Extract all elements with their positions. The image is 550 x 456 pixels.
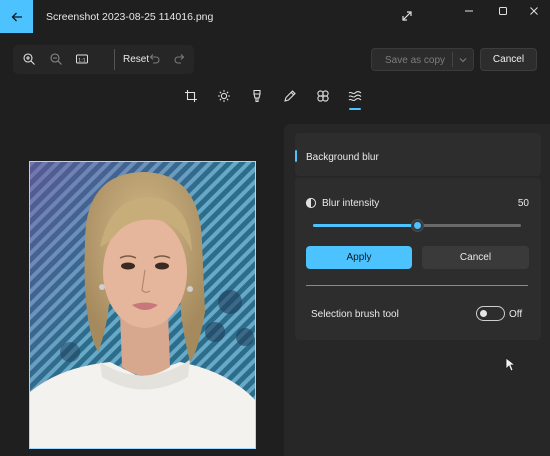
blur-intensity-icon [305,197,317,209]
section-accent-bar [295,150,297,162]
actual-size-icon: 1:1 [76,54,88,64]
zoom-out-button[interactable] [49,52,63,66]
zoom-in-icon [23,53,35,65]
crop-tool-button[interactable] [184,89,198,103]
selection-brush-state: Off [509,309,523,320]
actual-size-button[interactable]: 1:1 [75,52,89,66]
close-icon [530,7,538,15]
photo-portrait [30,162,255,448]
cancel-button[interactable]: Cancel [422,246,529,269]
adjustment-tool-button[interactable] [217,89,231,103]
cancel-top-button[interactable]: Cancel [480,48,537,71]
blur-intensity-label: Blur intensity [322,198,380,209]
background-tool-button[interactable] [348,89,362,103]
expand-icon[interactable] [400,9,414,23]
toolbar-divider [114,49,115,70]
zoom-toolbar: 1:1 Reset [13,45,194,74]
save-as-copy-label: Save as copy [385,55,446,66]
image-canvas[interactable] [29,161,256,449]
background-icon [348,90,362,102]
save-as-copy-button[interactable]: Save as copy [371,48,474,71]
undo-button[interactable] [147,52,161,66]
maximize-icon [499,7,507,15]
apply-button[interactable]: Apply [306,246,412,269]
close-button[interactable] [518,0,550,22]
section-title: Background blur [306,152,379,163]
filter-icon [253,89,261,103]
pen-icon [284,90,296,102]
arrow-left-icon [11,12,22,21]
window-title: Screenshot 2023-08-25 114016.png [46,11,214,23]
filter-tool-button[interactable] [250,89,264,103]
selection-brush-label: Selection brush tool [311,309,399,320]
save-split-divider [452,52,453,67]
zoom-out-icon [50,53,62,65]
undo-icon [149,54,160,64]
blur-intensity-value: 50 [517,198,529,209]
brightness-icon [218,90,230,102]
slider-fill [313,224,417,227]
redo-button[interactable] [173,52,187,66]
back-button[interactable] [0,0,33,33]
toggle-knob [480,310,487,317]
selection-brush-toggle[interactable] [476,306,505,321]
title-bar: Screenshot 2023-08-25 114016.png [0,0,550,34]
minimize-button[interactable] [453,0,485,22]
effects-icon [317,90,329,102]
zoom-in-button[interactable] [22,52,36,66]
maximize-button[interactable] [487,0,519,22]
chevron-down-icon[interactable] [458,55,468,65]
panel-divider [306,285,528,286]
slider-thumb[interactable] [411,220,423,231]
crop-icon [185,90,197,102]
markup-tool-button[interactable] [283,89,297,103]
svg-text:1:1: 1:1 [78,57,85,63]
minimize-icon [465,10,473,12]
blur-intensity-slider[interactable] [313,220,521,231]
erase-tool-button[interactable] [316,89,330,103]
active-tool-indicator [349,108,361,110]
mouse-cursor-icon [505,357,515,372]
redo-icon [174,54,185,64]
reset-button[interactable]: Reset [123,54,149,65]
